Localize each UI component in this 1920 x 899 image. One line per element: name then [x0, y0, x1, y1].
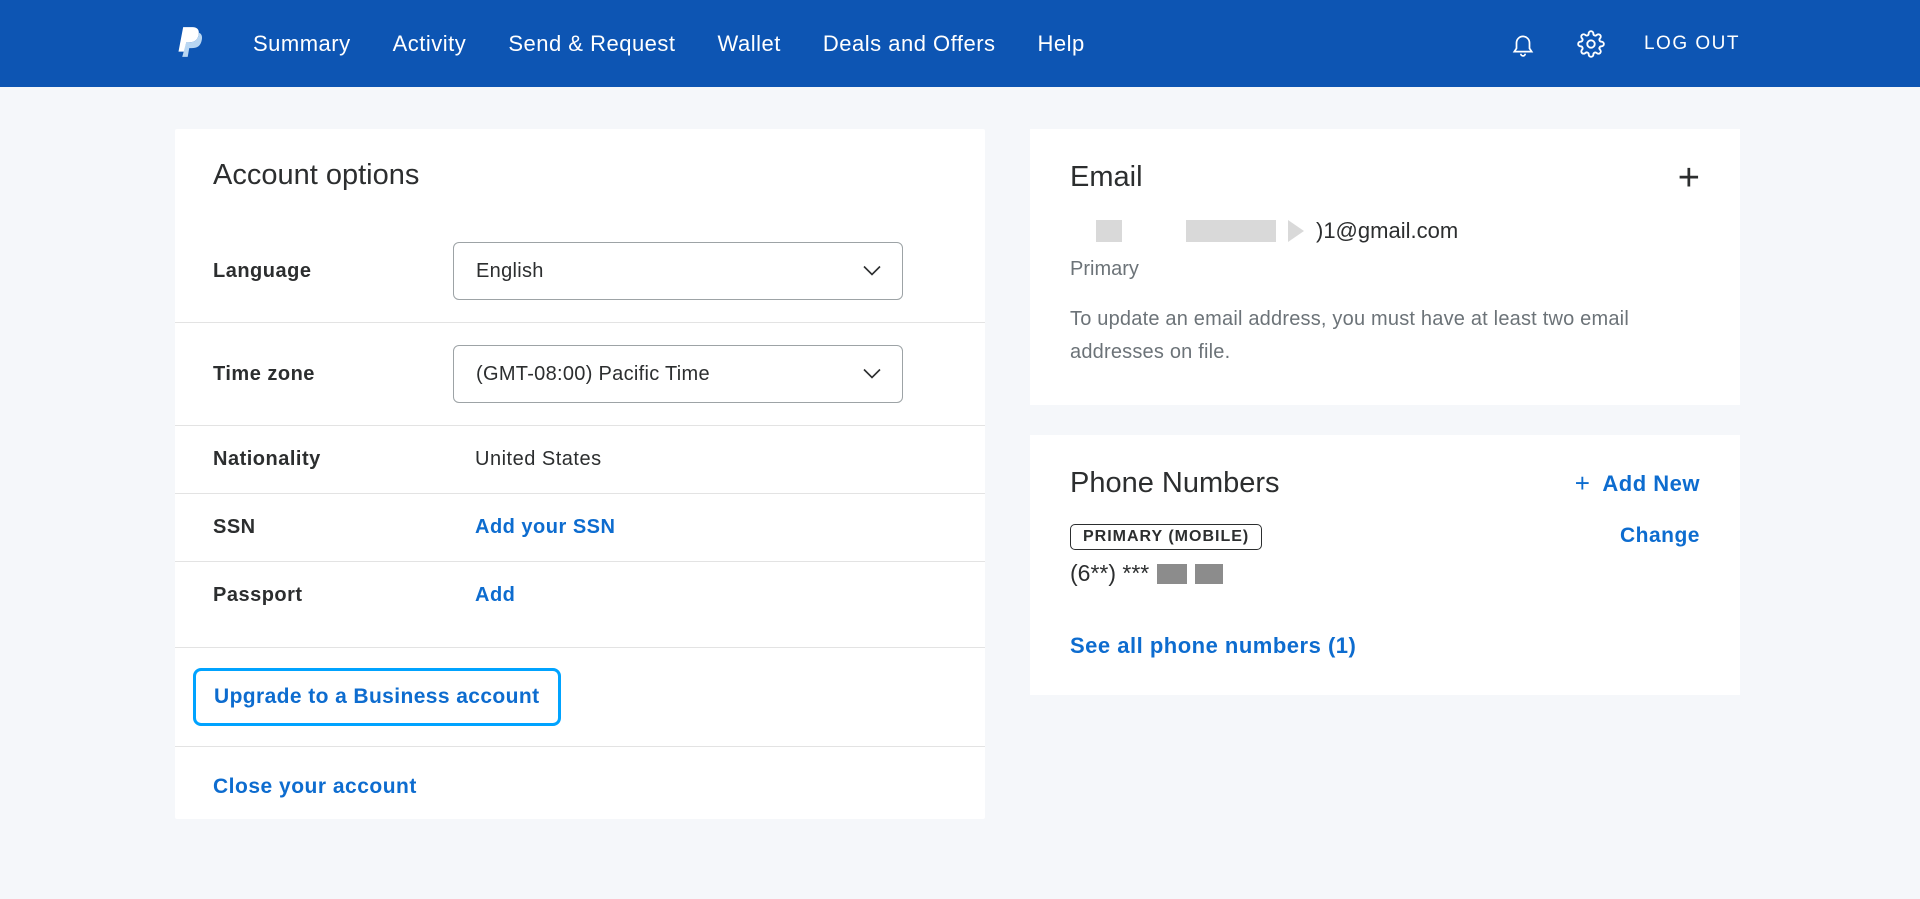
account-options-title: Account options	[175, 159, 985, 220]
chevron-down-icon	[862, 260, 882, 283]
phone-title: Phone Numbers	[1070, 467, 1280, 500]
settings-gear-icon[interactable]	[1576, 29, 1606, 59]
email-address: )1@gmail.com	[1070, 218, 1700, 244]
notifications-icon[interactable]	[1508, 29, 1538, 59]
passport-label: Passport	[213, 584, 453, 607]
timezone-value: (GMT-08:00) Pacific Time	[476, 363, 710, 386]
add-email-icon[interactable]: +	[1678, 168, 1700, 188]
phone-entry: PRIMARY (MOBILE) (6**) *** Change	[1070, 524, 1700, 587]
nav-help[interactable]: Help	[1038, 31, 1085, 57]
add-new-label: Add New	[1602, 471, 1700, 497]
nav-summary[interactable]: Summary	[253, 31, 351, 57]
header-right: LOG OUT	[1508, 29, 1740, 59]
passport-row: Passport Add	[175, 562, 985, 647]
logout-link[interactable]: LOG OUT	[1644, 33, 1740, 55]
phone-number: (6**) ***	[1070, 560, 1262, 587]
language-row: Language English	[175, 220, 985, 323]
redacted-block	[1288, 220, 1304, 242]
redacted-block	[1157, 564, 1187, 584]
see-all-phones-link[interactable]: See all phone numbers (1)	[1070, 633, 1700, 659]
timezone-label: Time zone	[213, 363, 453, 386]
nav-send-request[interactable]: Send & Request	[508, 31, 675, 57]
close-account-row: Close your account	[175, 746, 985, 819]
paypal-logo-icon	[175, 27, 203, 60]
right-column: Email + )1@gmail.com Primary To update a…	[1030, 129, 1740, 819]
phone-card: Phone Numbers + Add New PRIMARY (MOBILE)…	[1030, 435, 1740, 695]
email-title: Email	[1070, 161, 1143, 194]
timezone-select[interactable]: (GMT-08:00) Pacific Time	[453, 345, 903, 403]
plus-icon: +	[1575, 468, 1591, 499]
nav-deals[interactable]: Deals and Offers	[823, 31, 996, 57]
redacted-block	[1195, 564, 1223, 584]
nav-wallet[interactable]: Wallet	[718, 31, 781, 57]
add-passport-link[interactable]: Add	[453, 584, 515, 607]
add-ssn-link[interactable]: Add your SSN	[453, 516, 615, 539]
upgrade-business-button[interactable]: Upgrade to a Business account	[193, 668, 561, 726]
close-account-link[interactable]: Close your account	[213, 775, 417, 798]
timezone-row: Time zone (GMT-08:00) Pacific Time	[175, 323, 985, 426]
nationality-label: Nationality	[213, 448, 453, 471]
ssn-row: SSN Add your SSN	[175, 494, 985, 562]
main-header: Summary Activity Send & Request Wallet D…	[0, 0, 1920, 87]
chevron-down-icon	[862, 363, 882, 386]
change-phone-link[interactable]: Change	[1620, 524, 1700, 548]
add-phone-link[interactable]: + Add New	[1575, 468, 1700, 499]
account-options-card: Account options Language English Time zo…	[175, 129, 985, 819]
language-select[interactable]: English	[453, 242, 903, 300]
nationality-value: United States	[453, 448, 602, 471]
upgrade-row: Upgrade to a Business account	[175, 647, 985, 746]
email-primary-label: Primary	[1070, 258, 1700, 281]
email-help-text: To update an email address, you must hav…	[1070, 303, 1700, 369]
content-area: Account options Language English Time zo…	[0, 87, 1920, 819]
phone-primary-badge: PRIMARY (MOBILE)	[1070, 524, 1262, 550]
phone-masked: (6**) ***	[1070, 560, 1149, 587]
language-label: Language	[213, 260, 453, 283]
nationality-row: Nationality United States	[175, 426, 985, 494]
redacted-block	[1186, 220, 1276, 242]
nav-activity[interactable]: Activity	[393, 31, 467, 57]
redacted-block	[1096, 220, 1122, 242]
email-card: Email + )1@gmail.com Primary To update a…	[1030, 129, 1740, 405]
language-value: English	[476, 260, 544, 283]
email-suffix: )1@gmail.com	[1316, 218, 1458, 244]
ssn-label: SSN	[213, 516, 453, 539]
primary-nav: Summary Activity Send & Request Wallet D…	[253, 31, 1085, 57]
